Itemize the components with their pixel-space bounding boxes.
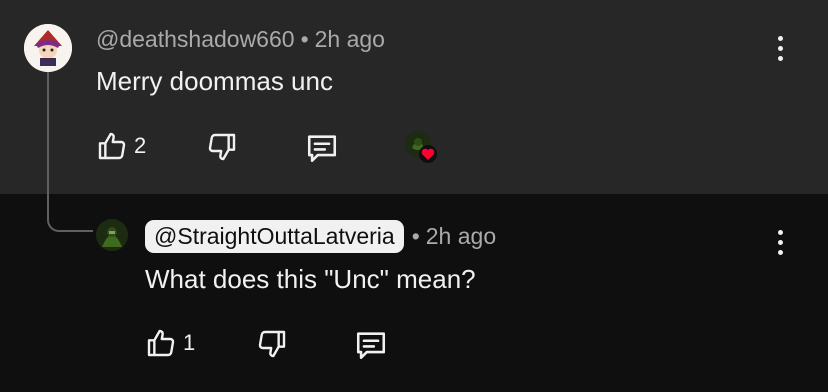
reply-time[interactable]: 2h ago xyxy=(426,223,496,250)
avatar[interactable] xyxy=(24,24,72,72)
thumbs-up-icon xyxy=(147,329,175,357)
thumbs-down-icon xyxy=(208,133,236,161)
thread-connector-line xyxy=(47,72,93,232)
comment-text: Merry doommas unc xyxy=(96,66,333,96)
like-count: 2 xyxy=(134,133,147,158)
comment-reply-icon xyxy=(356,332,386,360)
reply-text: What does this "Unc" mean? xyxy=(145,264,476,294)
heart-icon xyxy=(419,145,437,163)
more-vert-icon[interactable] xyxy=(768,30,792,66)
thumbs-down-icon xyxy=(258,330,286,358)
creator-heart xyxy=(404,130,438,164)
reply-like-button[interactable]: 1 xyxy=(145,327,195,359)
thumbs-up-icon xyxy=(98,132,126,160)
dislike-button[interactable] xyxy=(206,131,238,163)
reply-button[interactable] xyxy=(305,131,339,165)
reply-reply-button[interactable] xyxy=(354,328,388,362)
meta-separator: • xyxy=(300,26,309,52)
comment-meta: @deathshadow660 • 2h ago xyxy=(96,26,385,53)
comment-reply-icon xyxy=(307,135,337,163)
reply-meta: @StraightOuttaLatveria • 2h ago xyxy=(145,220,496,253)
meta-separator: • xyxy=(411,223,420,249)
comment-author[interactable]: @deathshadow660 xyxy=(96,26,295,52)
comment-time[interactable]: 2h ago xyxy=(315,26,385,52)
more-vert-icon[interactable] xyxy=(768,224,792,260)
reply-avatar[interactable] xyxy=(96,219,128,251)
reply-like-count: 1 xyxy=(183,330,196,355)
like-button[interactable]: 2 xyxy=(96,130,146,162)
reply-dislike-button[interactable] xyxy=(256,328,288,360)
reply-author-chip[interactable]: @StraightOuttaLatveria xyxy=(145,220,404,253)
